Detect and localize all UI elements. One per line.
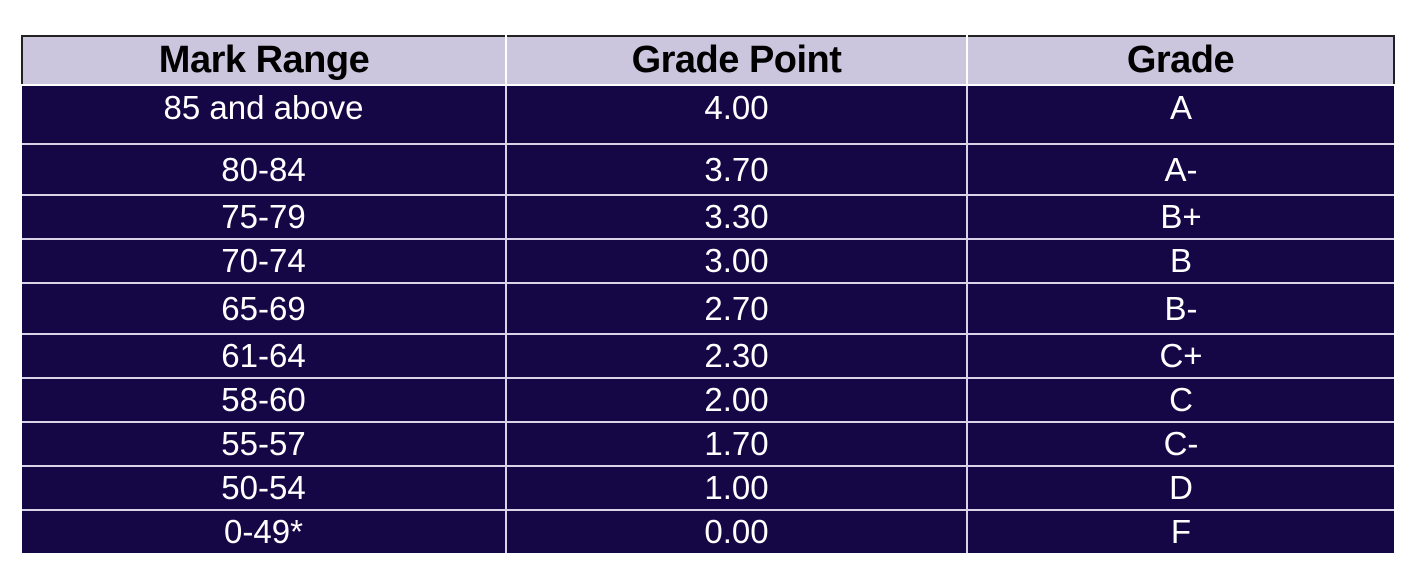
cell-mark-range: 80-84 [22,143,507,196]
table-row: 58-60 2.00 C [22,377,1394,423]
cell-grade: F [966,509,1394,553]
cell-mark-range: 58-60 [22,377,507,423]
cell-mark-range: 70-74 [22,238,507,284]
cell-grade: B [966,238,1394,284]
cell-mark-range: 61-64 [22,333,507,379]
cell-mark-range: 55-57 [22,421,507,467]
cell-grade-point: 2.30 [505,333,968,379]
table-body: 85 and above 4.00 A 80-84 3.70 A- 75-79 … [22,84,1394,553]
cell-grade-point: 1.70 [505,421,968,467]
header-mark-range: Mark Range [21,35,507,86]
cell-mark-range: 85 and above [22,84,507,145]
header-grade: Grade [966,35,1395,86]
cell-grade: B- [966,282,1394,335]
table-row: 0-49* 0.00 F [22,509,1394,553]
cell-grade: A- [966,143,1394,196]
table-row: 70-74 3.00 B [22,238,1394,284]
cell-grade: B+ [966,194,1394,240]
table-row: 85 and above 4.00 A [22,84,1394,145]
cell-grade-point: 3.30 [505,194,968,240]
cell-grade-point: 2.00 [505,377,968,423]
cell-grade-point: 4.00 [505,84,968,145]
cell-grade: D [966,465,1394,511]
table-row: 75-79 3.30 B+ [22,194,1394,240]
cell-mark-range: 50-54 [22,465,507,511]
cell-mark-range: 65-69 [22,282,507,335]
cell-grade: C [966,377,1394,423]
header-row: Mark Range Grade Point Grade [21,35,1395,86]
table-header: Mark Range Grade Point Grade [21,35,1395,86]
cell-grade-point: 3.00 [505,238,968,284]
table-row: 80-84 3.70 A- [22,143,1394,196]
header-grade-point: Grade Point [505,35,968,86]
cell-mark-range: 75-79 [22,194,507,240]
cell-mark-range: 0-49* [22,509,507,553]
table-row: 65-69 2.70 B- [22,282,1394,335]
cell-grade-point: 0.00 [505,509,968,553]
cell-grade-point: 3.70 [505,143,968,196]
cell-grade: C- [966,421,1394,467]
table-row: 61-64 2.30 C+ [22,333,1394,379]
cell-grade: A [966,84,1394,145]
cell-grade-point: 1.00 [505,465,968,511]
grade-table: Mark Range Grade Point Grade 85 and abov… [21,35,1395,553]
cell-grade: C+ [966,333,1394,379]
document-page: Mark Range Grade Point Grade 85 and abov… [0,0,1413,584]
cell-grade-point: 2.70 [505,282,968,335]
table-row: 55-57 1.70 C- [22,421,1394,467]
table-row: 50-54 1.00 D [22,465,1394,511]
